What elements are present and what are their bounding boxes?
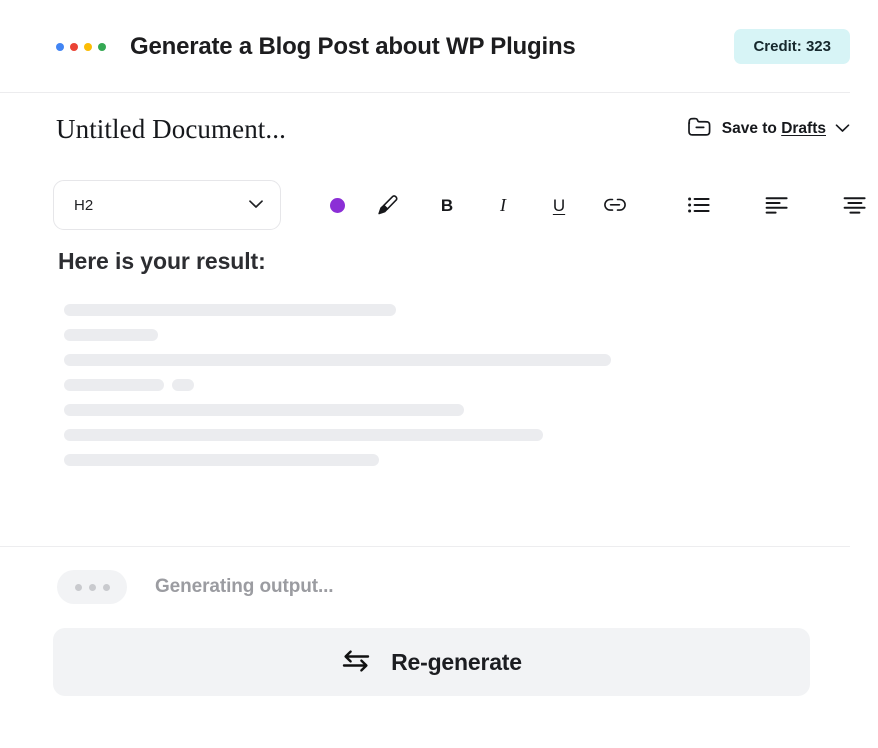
typing-dot xyxy=(89,584,96,591)
editor-content[interactable]: Here is your result: xyxy=(0,248,878,479)
skeleton-row xyxy=(64,404,878,416)
skeleton-row xyxy=(64,304,878,316)
skeleton-row xyxy=(64,329,878,341)
regenerate-label: Re-generate xyxy=(391,649,522,676)
text-style-select[interactable]: H2 xyxy=(53,180,281,230)
generation-status-row: Generating output... xyxy=(0,565,878,609)
link-icon[interactable] xyxy=(593,187,637,223)
align-left-icon[interactable] xyxy=(755,187,799,223)
chevron-down-icon[interactable] xyxy=(835,120,850,138)
logo-dot-red xyxy=(70,43,78,51)
document-title[interactable]: Untitled Document... xyxy=(56,114,286,145)
save-target[interactable]: Drafts xyxy=(781,120,826,137)
status-text: Generating output... xyxy=(155,576,334,598)
skeleton-bar xyxy=(64,354,611,366)
skeleton-bar xyxy=(64,404,464,416)
chevron-down-icon xyxy=(248,196,264,214)
italic-button[interactable]: I xyxy=(481,187,525,223)
skeleton-row xyxy=(64,429,878,441)
document-header: Untitled Document... Save to Drafts xyxy=(0,93,878,165)
page-title: Generate a Blog Post about WP Plugins xyxy=(130,33,576,61)
skeleton-bar xyxy=(64,379,164,391)
skeleton-row xyxy=(64,354,878,366)
underline-glyph: U xyxy=(553,197,565,214)
highlighter-icon[interactable] xyxy=(365,187,409,223)
align-center-icon[interactable] xyxy=(833,187,877,223)
italic-glyph: I xyxy=(500,196,506,214)
text-color-swatch[interactable] xyxy=(315,187,359,223)
app-window: Generate a Blog Post about WP Plugins Cr… xyxy=(0,0,878,748)
skeleton-placeholder-block xyxy=(0,304,878,466)
credit-badge: Credit: 323 xyxy=(734,29,850,64)
top-header-bar: Generate a Blog Post about WP Plugins Cr… xyxy=(0,0,878,93)
save-to-drafts-label: Save to Drafts xyxy=(722,120,826,138)
footer-divider xyxy=(0,546,850,547)
skeleton-row xyxy=(64,454,878,466)
skeleton-row xyxy=(64,379,878,391)
skeleton-bar xyxy=(64,304,396,316)
skeleton-bar xyxy=(64,429,543,441)
typing-dot xyxy=(75,584,82,591)
editor-toolbar: H2 B I U xyxy=(0,176,878,234)
skeleton-bar xyxy=(64,329,158,341)
logo-dot-blue xyxy=(56,43,64,51)
swap-arrows-icon xyxy=(341,648,371,677)
bold-button[interactable]: B xyxy=(425,187,469,223)
skeleton-bar xyxy=(172,379,194,391)
save-prefix: Save to xyxy=(722,120,781,137)
four-dots-logo xyxy=(56,43,106,51)
logo-dot-yellow xyxy=(84,43,92,51)
typing-dot xyxy=(103,584,110,591)
underline-button[interactable]: U xyxy=(537,187,581,223)
folder-minus-icon xyxy=(687,115,713,144)
regenerate-button[interactable]: Re-generate xyxy=(53,628,810,696)
save-to-drafts-control[interactable]: Save to Drafts xyxy=(687,115,850,144)
bullet-list-icon[interactable] xyxy=(677,187,721,223)
bold-glyph: B xyxy=(441,197,453,214)
skeleton-bar xyxy=(64,454,379,466)
logo-dot-green xyxy=(98,43,106,51)
toolbar-tools: B I U xyxy=(315,187,878,223)
result-heading: Here is your result: xyxy=(58,248,878,275)
typing-indicator xyxy=(57,570,127,604)
text-style-select-value: H2 xyxy=(74,197,248,214)
color-dot-purple xyxy=(330,198,345,213)
